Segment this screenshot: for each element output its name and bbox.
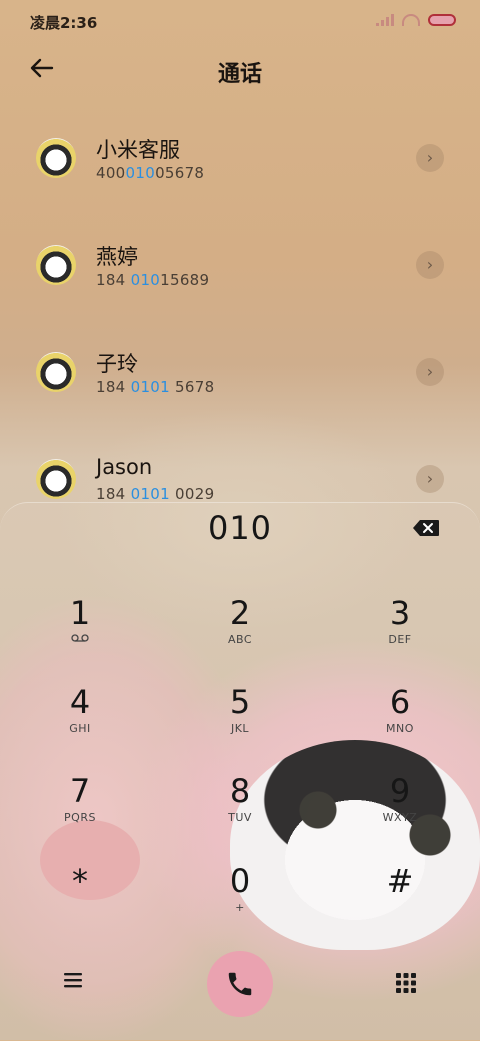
backspace-icon[interactable] bbox=[412, 519, 440, 537]
key-2[interactable]: 2 ABC bbox=[180, 595, 300, 675]
contact-row[interactable]: 子玲 184 0101 5678 › bbox=[0, 314, 480, 421]
status-bar: 凌晨2:36 bbox=[0, 0, 480, 44]
key-4[interactable]: 4 GHI bbox=[20, 684, 140, 764]
key-3[interactable]: 3 DEF bbox=[340, 595, 460, 675]
number-match-highlight: 0101 bbox=[130, 378, 170, 396]
contact-name: 子玲 bbox=[96, 352, 138, 376]
number-match-highlight: 010 bbox=[125, 164, 156, 182]
menu-icon[interactable] bbox=[58, 970, 88, 1000]
chevron-right-icon[interactable]: › bbox=[416, 358, 444, 386]
voicemail-icon bbox=[20, 633, 140, 646]
chevron-right-icon[interactable]: › bbox=[416, 465, 444, 493]
contact-suggestion-list: 小米客服 40001005678 › 燕婷 184 01015689 › 子玲 … bbox=[0, 100, 480, 528]
chevron-right-icon[interactable]: › bbox=[416, 251, 444, 279]
contact-row[interactable]: 燕婷 184 01015689 › bbox=[0, 207, 480, 314]
dialer-action-bar bbox=[0, 940, 480, 1036]
contact-number: 40001005678 bbox=[96, 164, 205, 182]
phone-icon bbox=[228, 972, 252, 996]
number-match-highlight: 0101 bbox=[130, 485, 170, 503]
avatar bbox=[36, 352, 76, 392]
page-title: 通话 bbox=[217, 62, 262, 87]
status-icons bbox=[376, 14, 456, 26]
number-match-highlight: 010 bbox=[130, 271, 161, 289]
contact-name: 小米客服 bbox=[96, 138, 180, 162]
avatar bbox=[36, 138, 76, 178]
key-6[interactable]: 6 MNO bbox=[340, 684, 460, 764]
contact-number: 184 0101 5678 bbox=[96, 378, 215, 396]
key-0[interactable]: 0 + bbox=[180, 863, 300, 943]
key-1[interactable]: 1 bbox=[20, 595, 140, 675]
key-8[interactable]: 8 TUV bbox=[180, 773, 300, 853]
app-header: 通话 bbox=[0, 44, 480, 100]
key-9[interactable]: 9 WXYZ bbox=[340, 773, 460, 853]
key-7[interactable]: 7 PQRS bbox=[20, 773, 140, 853]
dialpad-icon[interactable] bbox=[393, 970, 423, 1000]
key-hash[interactable]: # bbox=[340, 863, 460, 943]
key-star[interactable]: * bbox=[20, 863, 140, 943]
contact-name: Jason bbox=[96, 455, 153, 479]
wifi-icon bbox=[402, 14, 420, 26]
contact-number: 184 01015689 bbox=[96, 271, 210, 289]
avatar bbox=[36, 245, 76, 285]
status-time: 凌晨2:36 bbox=[30, 14, 98, 32]
signal-icon bbox=[376, 14, 394, 26]
contact-name: 燕婷 bbox=[96, 245, 138, 269]
contact-number: 184 0101 0029 bbox=[96, 485, 215, 503]
key-5[interactable]: 5 JKL bbox=[180, 684, 300, 764]
avatar bbox=[36, 459, 76, 499]
chevron-right-icon[interactable]: › bbox=[416, 144, 444, 172]
dialed-number-display: 010 bbox=[207, 509, 273, 547]
contact-row[interactable]: 小米客服 40001005678 › bbox=[0, 100, 480, 207]
battery-icon bbox=[428, 14, 456, 26]
call-button[interactable] bbox=[207, 951, 273, 1017]
